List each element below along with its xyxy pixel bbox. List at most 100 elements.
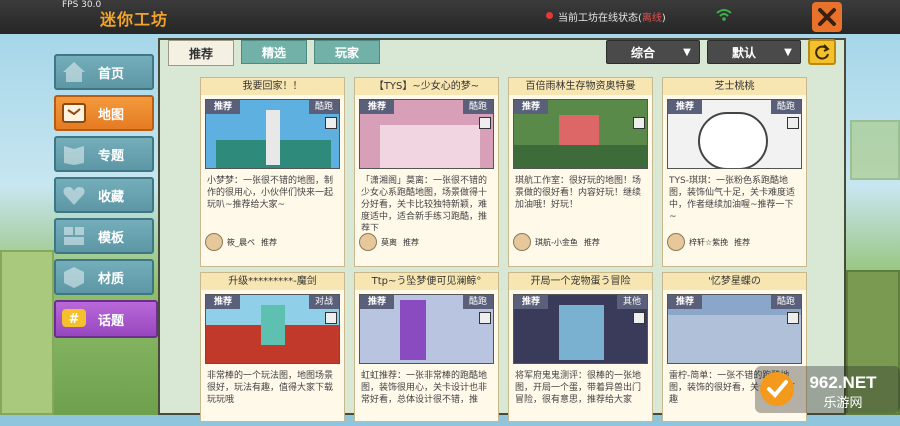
svg-text:#: # — [69, 312, 80, 327]
enter-icon — [479, 312, 491, 324]
card-author: 莫离 — [381, 237, 397, 247]
card-tag: 推荐 — [206, 100, 241, 114]
map-card[interactable]: Ttp~う坠梦便可见澜鲸° 推荐 酷跑 虹虹推荐：一张非常棒的跑酷地图，装饰很用… — [354, 272, 499, 422]
card-tag: 推荐 — [206, 295, 241, 309]
sidebar-item-favorites[interactable]: 收藏 — [54, 177, 154, 213]
sidebar-item-home[interactable]: 首页 — [54, 54, 154, 90]
card-tag: 推荐 — [360, 100, 395, 114]
card-rec: 推荐 — [403, 237, 419, 247]
tab-players[interactable]: 玩家 — [314, 40, 380, 64]
background-block — [0, 250, 54, 415]
book-icon — [64, 146, 84, 165]
side-nav: 首页 地图 专题 收藏 模板 材质 # 话题 — [54, 54, 158, 343]
enter-icon — [633, 312, 645, 324]
card-thumbnail: 推荐 — [513, 99, 648, 169]
card-title: 芝士桃桃 — [663, 78, 806, 95]
card-title: Ttp~う坠梦便可见澜鲸° — [355, 273, 498, 290]
sort-dropdown[interactable]: 综合 ▼ — [606, 40, 700, 64]
map-card[interactable]: 开局一个宠物蛋う冒险 推荐 其他 将军府鬼鬼测评：很棒的一张地图，开局一个蛋，带… — [508, 272, 653, 422]
sidebar-item-materials[interactable]: 材质 — [54, 259, 154, 295]
card-footer: 筱_晨ペ 推荐 — [201, 231, 344, 253]
map-card[interactable]: 百倍雨林生存物资奥特曼 推荐 琪航工作室：很好玩的地图！场景做的很好看！内容好玩… — [508, 77, 653, 267]
sidebar-item-templates[interactable]: 模板 — [54, 218, 154, 254]
card-thumbnail: 推荐 其他 — [513, 294, 648, 364]
home-icon — [63, 62, 85, 82]
card-footer: 琪航-小金鱼 推荐 — [509, 231, 652, 253]
watermark-brand: 962.NET — [809, 373, 877, 392]
card-description: 虹虹推荐：一张非常棒的跑酷地图，装饰很用心，关卡设计也非常好看，总体设计很不错，… — [361, 371, 488, 405]
avatar — [205, 233, 223, 251]
card-tag: 推荐 — [514, 295, 549, 309]
order-dropdown[interactable]: 默认 ▼ — [707, 40, 801, 64]
tab-featured[interactable]: 精选 — [241, 40, 307, 64]
refresh-icon — [815, 44, 830, 60]
card-thumbnail: 推荐 酷跑 — [205, 99, 340, 169]
sidebar-item-label: 地图 — [98, 107, 125, 123]
close-icon — [818, 8, 836, 26]
map-card[interactable]: 我要回家！！ 推荐 酷跑 小梦梦：一张很不错的地图，制作的很用心，小伙伴们快来一… — [200, 77, 345, 267]
wifi-icon — [716, 9, 732, 21]
card-footer: 梓轩☆紫挽 推荐 — [663, 231, 806, 253]
card-rec: 推荐 — [734, 237, 751, 247]
status-suffix: ) — [661, 13, 666, 24]
sidebar-item-label: 首页 — [98, 66, 125, 82]
enter-icon — [787, 312, 799, 324]
card-thumbnail: 推荐 酷跑 — [667, 294, 802, 364]
enter-icon — [325, 312, 337, 324]
background-block — [850, 120, 900, 180]
watermark-sub: 乐游网 — [823, 396, 862, 411]
card-description: 小梦梦：一张很不错的地图，制作的很用心，小伙伴们快来一起玩叭~推荐给大家~ — [207, 176, 334, 210]
card-tag: 推荐 — [668, 100, 703, 114]
sidebar-item-label: 模板 — [98, 230, 125, 246]
chevron-down-icon: ▼ — [683, 46, 691, 58]
card-author: 琪航-小金鱼 — [535, 237, 578, 247]
heart-icon — [63, 187, 85, 205]
card-title: 我要回家！！ — [201, 78, 344, 95]
card-description: 非常棒的一个玩法图，地图场景很好，玩法有趣，值得大家下载玩玩哦 — [207, 371, 334, 405]
card-mode: 酷跑 — [770, 100, 801, 114]
card-thumbnail: 推荐 对战 — [205, 294, 340, 364]
sidebar-item-discussion[interactable]: # 话题 — [54, 300, 158, 338]
app-title: 迷你工坊 — [100, 10, 169, 29]
card-tag: 推荐 — [514, 100, 549, 114]
order-dropdown-label: 默认 — [731, 45, 756, 60]
card-tag: 推荐 — [360, 295, 395, 309]
card-description: 琪航工作室：很好玩的地图！场景做的很好看！内容好玩！继续加油哦！好玩！ — [515, 176, 642, 210]
card-mode: 其他 — [616, 295, 647, 309]
card-mode: 酷跑 — [462, 295, 493, 309]
online-status: 当前工坊在线状态(离线) — [558, 9, 666, 24]
enter-icon — [479, 117, 491, 129]
top-bar: FPS 30.0 迷你工坊 当前工坊在线状态(离线) — [0, 0, 900, 34]
card-tag: 推荐 — [668, 295, 703, 309]
card-title: 开局一个宠物蛋う冒险 — [509, 273, 652, 290]
site-watermark: 962.NET 乐游网 — [755, 366, 900, 413]
card-title: 百倍雨林生存物资奥特曼 — [509, 78, 652, 95]
card-description: 将军府鬼鬼测评：很棒的一张地图，开局一个蛋，带着异兽出门冒险，很有意思，推荐给大… — [515, 371, 642, 405]
tab-bar: 推荐 精选 玩家 — [168, 40, 380, 66]
avatar — [667, 233, 685, 251]
chevron-down-icon: ▼ — [784, 46, 792, 58]
card-description: TYS-琪琪：一张粉色系跑酷地图，装饰仙气十足，关卡难度适中，作者继续加油喔~推… — [669, 176, 796, 222]
tab-recommended[interactable]: 推荐 — [168, 40, 234, 66]
cube-icon — [64, 267, 84, 288]
enter-icon — [325, 117, 337, 129]
card-rec: 推荐 — [583, 237, 600, 247]
sidebar-item-topics[interactable]: 专题 — [54, 136, 154, 172]
sidebar-item-map[interactable]: 地图 — [54, 95, 154, 131]
avatar — [513, 233, 531, 251]
map-card[interactable]: 升级*********-魔剑 推荐 对战 非常棒的一个玩法图，地图场景很好，玩法… — [200, 272, 345, 422]
sort-dropdown-label: 综合 — [630, 45, 655, 60]
hashtag-icon: # — [62, 309, 86, 327]
close-button[interactable] — [812, 2, 842, 32]
card-title: 【TYS】~少女心的梦~ — [355, 78, 498, 95]
card-author: 梓轩☆紫挽 — [689, 237, 729, 247]
template-icon — [64, 227, 84, 245]
map-card[interactable]: 【TYS】~少女心的梦~ 推荐 酷跑 「潇湘阁」莫离：一张很不错的少女心系跑酷地… — [354, 77, 499, 267]
map-card[interactable]: 芝士桃桃 推荐 酷跑 TYS-琪琪：一张粉色系跑酷地图，装饰仙气十足，关卡难度适… — [662, 77, 807, 267]
card-mode: 酷跑 — [308, 100, 339, 114]
enter-icon — [787, 117, 799, 129]
refresh-button[interactable] — [808, 39, 836, 65]
card-mode: 对战 — [308, 295, 339, 309]
card-thumbnail: 推荐 酷跑 — [359, 99, 494, 169]
avatar — [359, 233, 377, 251]
